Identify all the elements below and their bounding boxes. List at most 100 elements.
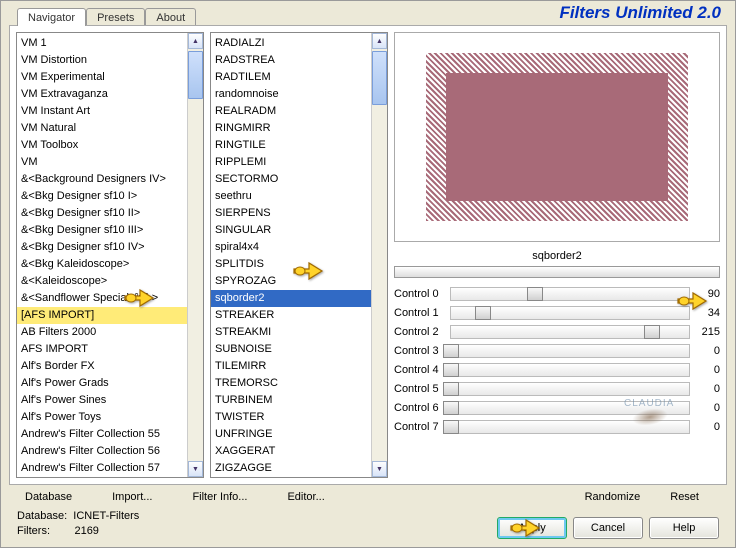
control-slider[interactable] [450, 363, 690, 377]
control-slider[interactable] [450, 306, 690, 320]
scrollbar[interactable]: ▲ ▼ [187, 33, 203, 477]
preview-zoom-slider[interactable] [394, 266, 720, 278]
list-item[interactable]: RINGMIRR [211, 120, 371, 137]
list-item[interactable]: RIPPLEMI [211, 154, 371, 171]
randomize-link[interactable]: Randomize [585, 491, 641, 503]
list-item[interactable]: VM Experimental [17, 69, 187, 86]
slider-thumb[interactable] [443, 401, 459, 415]
slider-thumb[interactable] [443, 344, 459, 358]
slider-thumb[interactable] [644, 325, 660, 339]
list-item[interactable]: UNFRINGE [211, 426, 371, 443]
scroll-thumb[interactable] [372, 51, 387, 105]
slider-thumb[interactable] [443, 420, 459, 434]
filter-info-link[interactable]: Filter Info... [192, 491, 247, 503]
list-item[interactable]: VM Extravaganza [17, 86, 187, 103]
control-label: Control 1 [394, 307, 446, 319]
list-item[interactable]: STREAKER [211, 307, 371, 324]
list-item[interactable]: STREAKMI [211, 324, 371, 341]
list-item[interactable]: &<Bkg Designer sf10 IV> [17, 239, 187, 256]
list-item[interactable]: VM Instant Art [17, 103, 187, 120]
list-item[interactable]: VM Natural [17, 120, 187, 137]
list-item[interactable]: SPLITDIS [211, 256, 371, 273]
control-slider[interactable] [450, 287, 690, 301]
list-item[interactable]: Alf's Power Toys [17, 409, 187, 426]
scroll-down-button[interactable]: ▼ [188, 461, 203, 477]
list-item[interactable]: spiral4x4 [211, 239, 371, 256]
tab-about[interactable]: About [145, 8, 196, 26]
list-item[interactable]: Andrew's Filter Collection 55 [17, 426, 187, 443]
help-button[interactable]: Help [649, 517, 719, 539]
list-item[interactable]: ZIGZAGGE [211, 460, 371, 477]
control-slider[interactable] [450, 325, 690, 339]
list-item[interactable]: sqborder2 [211, 290, 371, 307]
control-slider[interactable] [450, 420, 690, 434]
list-item[interactable]: &<Kaleidoscope> [17, 273, 187, 290]
list-item[interactable]: &<Bkg Kaleidoscope> [17, 256, 187, 273]
list-item[interactable]: XAGGERAT [211, 443, 371, 460]
list-item[interactable]: randomnoise [211, 86, 371, 103]
scroll-up-button[interactable]: ▲ [372, 33, 387, 49]
list-item[interactable]: AFS IMPORT [17, 341, 187, 358]
list-item[interactable]: VM Toolbox [17, 137, 187, 154]
slider-thumb[interactable] [443, 363, 459, 377]
apply-button[interactable]: Apply [497, 517, 567, 539]
list-item[interactable]: Andrew's Filter Collection 57 [17, 460, 187, 477]
category-list[interactable]: VM 1VM DistortionVM ExperimentalVM Extra… [17, 33, 187, 477]
list-item[interactable]: RADSTREA [211, 52, 371, 69]
list-item[interactable]: TILEMIRR [211, 358, 371, 375]
control-slider[interactable] [450, 401, 690, 415]
import-link[interactable]: Import... [112, 491, 152, 503]
database-link[interactable]: Database [25, 491, 72, 503]
list-item[interactable]: Andrew's Filter Collection 56 [17, 443, 187, 460]
list-item[interactable]: seethru [211, 188, 371, 205]
list-item[interactable]: TWISTER [211, 409, 371, 426]
list-item[interactable]: TURBINEM [211, 392, 371, 409]
list-item[interactable]: REALRADM [211, 103, 371, 120]
list-item[interactable]: SIERPENS [211, 205, 371, 222]
list-item[interactable]: Alf's Border FX [17, 358, 187, 375]
list-item[interactable]: &<Bkg Designer sf10 II> [17, 205, 187, 222]
list-item[interactable]: &<Bkg Designer sf10 I> [17, 188, 187, 205]
list-item[interactable]: AB Filters 2000 [17, 324, 187, 341]
controls-grid: Control 090Control 134Control 2215Contro… [394, 284, 720, 436]
cancel-button[interactable]: Cancel [573, 517, 643, 539]
tab-navigator[interactable]: Navigator [17, 8, 86, 26]
scrollbar[interactable]: ▲ ▼ [371, 33, 387, 477]
reset-link[interactable]: Reset [670, 491, 699, 503]
slider-thumb[interactable] [443, 382, 459, 396]
slider-thumb[interactable] [475, 306, 491, 320]
list-item[interactable]: VM Distortion [17, 52, 187, 69]
list-item[interactable]: SPYROZAG [211, 273, 371, 290]
editor-link[interactable]: Editor... [287, 491, 324, 503]
slider-thumb[interactable] [527, 287, 543, 301]
control-label: Control 2 [394, 326, 446, 338]
list-item[interactable]: &<Sandflower Specials°v° > [17, 290, 187, 307]
control-slider[interactable] [450, 344, 690, 358]
list-item[interactable]: RADTILEM [211, 69, 371, 86]
list-item[interactable]: SUBNOISE [211, 341, 371, 358]
tab-presets[interactable]: Presets [86, 8, 145, 26]
list-item[interactable]: [AFS IMPORT] [17, 307, 187, 324]
scroll-down-button[interactable]: ▼ [372, 461, 387, 477]
list-item[interactable]: &<Background Designers IV> [17, 171, 187, 188]
list-item[interactable]: Alf's Power Grads [17, 375, 187, 392]
scroll-up-button[interactable]: ▲ [188, 33, 203, 49]
list-item[interactable]: Alf's Power Sines [17, 392, 187, 409]
scroll-track[interactable] [188, 49, 203, 461]
list-item[interactable]: SINGULAR [211, 222, 371, 239]
scroll-thumb[interactable] [188, 51, 203, 99]
bottom-area: Database Import... Filter Info... Editor… [1, 489, 735, 547]
control-row: Control 50 [394, 379, 720, 398]
list-item[interactable]: VM [17, 154, 187, 171]
preview-label: sqborder2 [394, 248, 720, 264]
list-item[interactable]: TREMORSC [211, 375, 371, 392]
list-item[interactable]: RADIALZI [211, 35, 371, 52]
status-db-value: ICNET-Filters [73, 510, 139, 522]
list-item[interactable]: &<Bkg Designer sf10 III> [17, 222, 187, 239]
list-item[interactable]: RINGTILE [211, 137, 371, 154]
list-item[interactable]: SECTORMO [211, 171, 371, 188]
scroll-track[interactable] [372, 49, 387, 461]
control-slider[interactable] [450, 382, 690, 396]
list-item[interactable]: VM 1 [17, 35, 187, 52]
filter-list[interactable]: RADIALZIRADSTREARADTILEMrandomnoiseREALR… [211, 33, 371, 477]
